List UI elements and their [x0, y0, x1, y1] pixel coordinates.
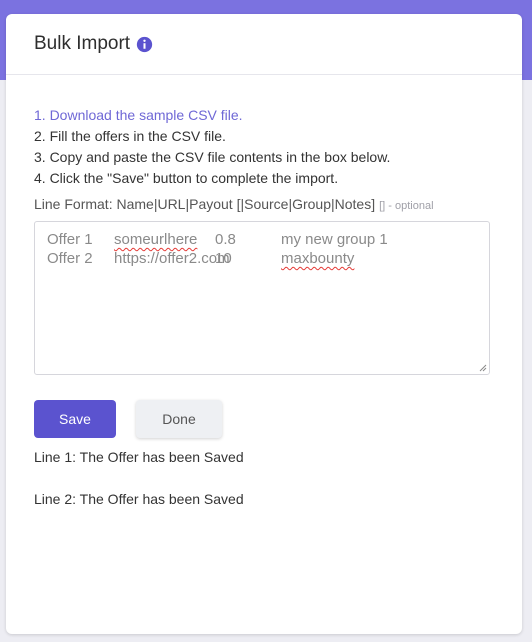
instructions-list: 1. Download the sample CSV file. 2. Fill… [34, 105, 494, 189]
download-sample-link[interactable]: 1. Download the sample CSV file. [34, 105, 494, 126]
modal-title: Bulk Import [34, 33, 131, 54]
csv-cell: my new group 1 [281, 231, 388, 248]
bulk-import-modal: Bulk Import 1. Download the sample CSV f… [6, 14, 522, 634]
import-result-line: Line 2: The Offer has been Saved [34, 491, 244, 507]
csv-cell: someurlhere [114, 231, 198, 248]
csv-cell: Offer 2 [47, 250, 93, 267]
instruction-step: 4. Click the "Save" button to complete t… [34, 170, 339, 186]
csv-cell: maxbounty [281, 250, 355, 267]
csv-textarea[interactable]: Offer 1 someurlhere 0.8 my new group 1 Offe… [34, 221, 490, 375]
save-button[interactable]: Save [34, 400, 116, 438]
csv-cell: 0.8 [215, 231, 236, 248]
info-circle-icon[interactable] [136, 36, 153, 53]
modal-header: Bulk Import [6, 14, 522, 75]
resize-handle-icon[interactable] [479, 364, 487, 372]
action-buttons: Save Done [34, 400, 494, 438]
instruction-step: 3. Copy and paste the CSV file contents … [34, 149, 391, 165]
csv-cell: Offer 1 [47, 231, 93, 248]
done-button[interactable]: Done [136, 400, 222, 438]
csv-line: Offer 2 https://offer2.com 10 maxbounty [47, 249, 477, 268]
csv-cell: https://offer2.com [114, 250, 230, 267]
csv-cell: 10 [215, 250, 232, 267]
modal-body: 1. Download the sample CSV file. 2. Fill… [6, 75, 522, 509]
optional-hint: [] - optional [379, 200, 434, 212]
line-format-text: Line Format: Name|URL|Payout [|Source|Gr… [34, 196, 376, 212]
csv-line: Offer 1 someurlhere 0.8 my new group 1 [47, 230, 477, 249]
instruction-step: 2. Fill the offers in the CSV file. [34, 128, 226, 144]
import-result-line: Line 1: The Offer has been Saved [34, 449, 244, 465]
line-format-label: Line Format: Name|URL|Payout [|Source|Gr… [34, 196, 494, 212]
